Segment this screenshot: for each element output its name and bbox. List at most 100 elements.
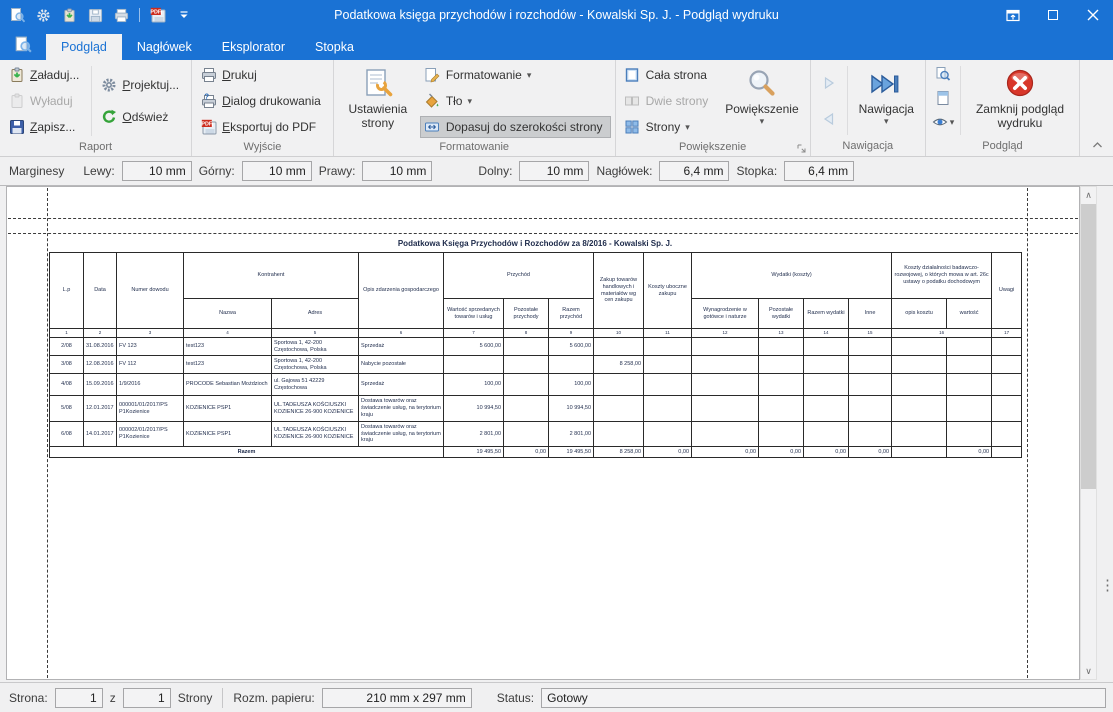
table-cell: [504, 374, 549, 396]
maximize-icon: [1048, 10, 1058, 20]
document-title: Podatkowa Księga Przychodów i Rozchodów …: [49, 239, 1021, 248]
totals-cell: 0,00: [504, 447, 549, 458]
table-cell: UL.TADEUSZA KOŚCIUSZKI KOZIENICE 26-900 …: [272, 396, 359, 422]
tlo-button[interactable]: Tło ▾: [420, 90, 611, 112]
tab-stopka[interactable]: Stopka: [300, 34, 369, 60]
eksportuj-pdf-button[interactable]: PDF Eksportuj do PDF: [196, 116, 329, 138]
scroll-down-button[interactable]: ∨: [1081, 663, 1096, 679]
dialog-drukowania-button[interactable]: ? Dialog drukowania: [196, 90, 329, 112]
save-icon: [8, 119, 25, 136]
refresh-icon: [100, 109, 117, 126]
table-cell: 5 600,00: [549, 338, 594, 356]
margin-top-label: Górny:: [199, 164, 235, 178]
group-inner-separator: [91, 66, 92, 136]
strony-button[interactable]: Strony ▾: [620, 116, 717, 138]
cala-strona-button[interactable]: Cała strona: [620, 64, 717, 86]
col-number: 1: [50, 329, 84, 338]
print-preview-icon[interactable]: [9, 7, 26, 24]
zapisz-button[interactable]: Zapisz...: [4, 116, 87, 138]
col-number: 2: [84, 329, 117, 338]
projektuj-button[interactable]: Projektuj...: [96, 74, 187, 96]
table-cell: 3/08: [50, 356, 84, 374]
chevron-down-icon: ▾: [467, 97, 472, 105]
previous-page-button[interactable]: [815, 106, 843, 132]
table-cell: [594, 396, 644, 422]
table-cell: [849, 356, 892, 374]
tab-eksplorator[interactable]: Eksplorator: [207, 34, 300, 60]
nawigacja-button[interactable]: Nawigacja ▾: [851, 62, 922, 139]
save-icon[interactable]: [87, 7, 104, 24]
margin-right-field[interactable]: 10 mm: [362, 161, 432, 181]
table-cell: [992, 356, 1022, 374]
page-label: Strona:: [9, 691, 48, 705]
pdf-export-icon[interactable]: PDF: [149, 7, 166, 24]
application-menu-button[interactable]: [0, 30, 46, 60]
powiekszenie-button[interactable]: Powiększenie ▾: [717, 62, 806, 140]
margin-bottom-field[interactable]: 10 mm: [519, 161, 589, 181]
page-margins-button[interactable]: [930, 88, 956, 108]
dopasuj-do-szerokosci-button[interactable]: Dopasuj do szerokości strony: [420, 116, 611, 138]
ribbon-group-podglad: ▾ Zamknij podgląd wydruku Podgląd: [926, 60, 1080, 156]
scroll-up-button[interactable]: ∧: [1081, 187, 1096, 203]
table-cell: [594, 338, 644, 356]
tab-podglad[interactable]: Podgląd: [46, 34, 122, 60]
whole-page-icon: [624, 67, 641, 84]
table-cell: [692, 338, 759, 356]
zoom-page-button[interactable]: [930, 64, 956, 84]
ustawienia-strony-button[interactable]: Ustawienia strony: [337, 62, 419, 140]
totals-cell: 0,00: [849, 447, 892, 458]
table-cell: 10 994,50: [549, 396, 594, 422]
table-cell: [849, 396, 892, 422]
next-page-button[interactable]: [815, 70, 843, 96]
margin-left-field[interactable]: 10 mm: [122, 161, 192, 181]
vertical-scrollbar[interactable]: ∧ ∨: [1080, 186, 1097, 680]
col-number: 5: [272, 329, 359, 338]
table-cell: [644, 396, 692, 422]
svg-text:?: ?: [204, 93, 209, 102]
margin-top-field[interactable]: 10 mm: [242, 161, 312, 181]
table-cell: 10 994,50: [444, 396, 504, 422]
customize-quick-access-icon[interactable]: [175, 7, 192, 24]
table-cell: UL.TADEUSZA KOŚCIUSZKI KOZIENICE 26-900 …: [272, 422, 359, 447]
scrollbar-thumb[interactable]: [1081, 204, 1096, 489]
margin-footer-field[interactable]: 6,4 mm: [784, 161, 854, 181]
powiekszenie-dialog-launcher[interactable]: [796, 142, 808, 154]
table-cell: ul. Gajowa 51 42229 Częstochowa: [272, 374, 359, 396]
maximize-button[interactable]: [1033, 0, 1073, 30]
table-cell: 15.09.2016: [84, 374, 117, 396]
table-cell: 8 258,00: [594, 356, 644, 374]
odswiez-button[interactable]: Odśwież: [96, 106, 187, 128]
chevron-up-icon: [1092, 141, 1103, 149]
table-cell: [759, 356, 804, 374]
chevron-down-icon: ▾: [685, 123, 690, 131]
formatowanie-button[interactable]: Formatowanie ▾: [420, 64, 611, 86]
document-page: Podatkowa Księga Przychodów i Rozchodów …: [6, 186, 1080, 680]
table-cell: [759, 396, 804, 422]
col-header-data: Data: [84, 253, 117, 329]
col-header-wartosc: wartość: [947, 299, 992, 329]
zamknij-podglad-button[interactable]: Zamknij podgląd wydruku: [964, 62, 1076, 139]
tab-naglowek[interactable]: Nagłówek: [122, 34, 207, 60]
group-caption-wyjscie: Wyjście: [192, 140, 333, 156]
print-icon[interactable]: [113, 7, 130, 24]
col-header-nazwa: Nazwa: [184, 299, 272, 329]
current-page-field[interactable]: 1: [55, 688, 103, 708]
wyladuj-button[interactable]: Wyładuj: [4, 90, 87, 112]
dwie-strony-button[interactable]: Dwie strony: [620, 90, 717, 112]
drukuj-button[interactable]: Drukuj: [196, 64, 329, 86]
load-clipboard-icon[interactable]: [61, 7, 78, 24]
watermark-button[interactable]: ▾: [930, 112, 956, 132]
table-row: 2/0831.08.2016FV 123test123Sportowa 1, 4…: [50, 338, 1022, 356]
splitter-handle[interactable]: ⋮: [1100, 578, 1113, 593]
zaladuj-button[interactable]: Załaduj...: [4, 64, 87, 86]
col-number: 16: [892, 329, 992, 338]
total-pages-field[interactable]: 1: [123, 688, 171, 708]
table-cell: [892, 396, 947, 422]
dock-window-button[interactable]: [993, 0, 1033, 30]
collapse-ribbon-button[interactable]: [1089, 138, 1105, 152]
col-number: 7: [444, 329, 504, 338]
gear-icon[interactable]: [35, 7, 52, 24]
table-cell: FV 123: [117, 338, 184, 356]
margin-header-field[interactable]: 6,4 mm: [659, 161, 729, 181]
close-button[interactable]: [1073, 0, 1113, 30]
